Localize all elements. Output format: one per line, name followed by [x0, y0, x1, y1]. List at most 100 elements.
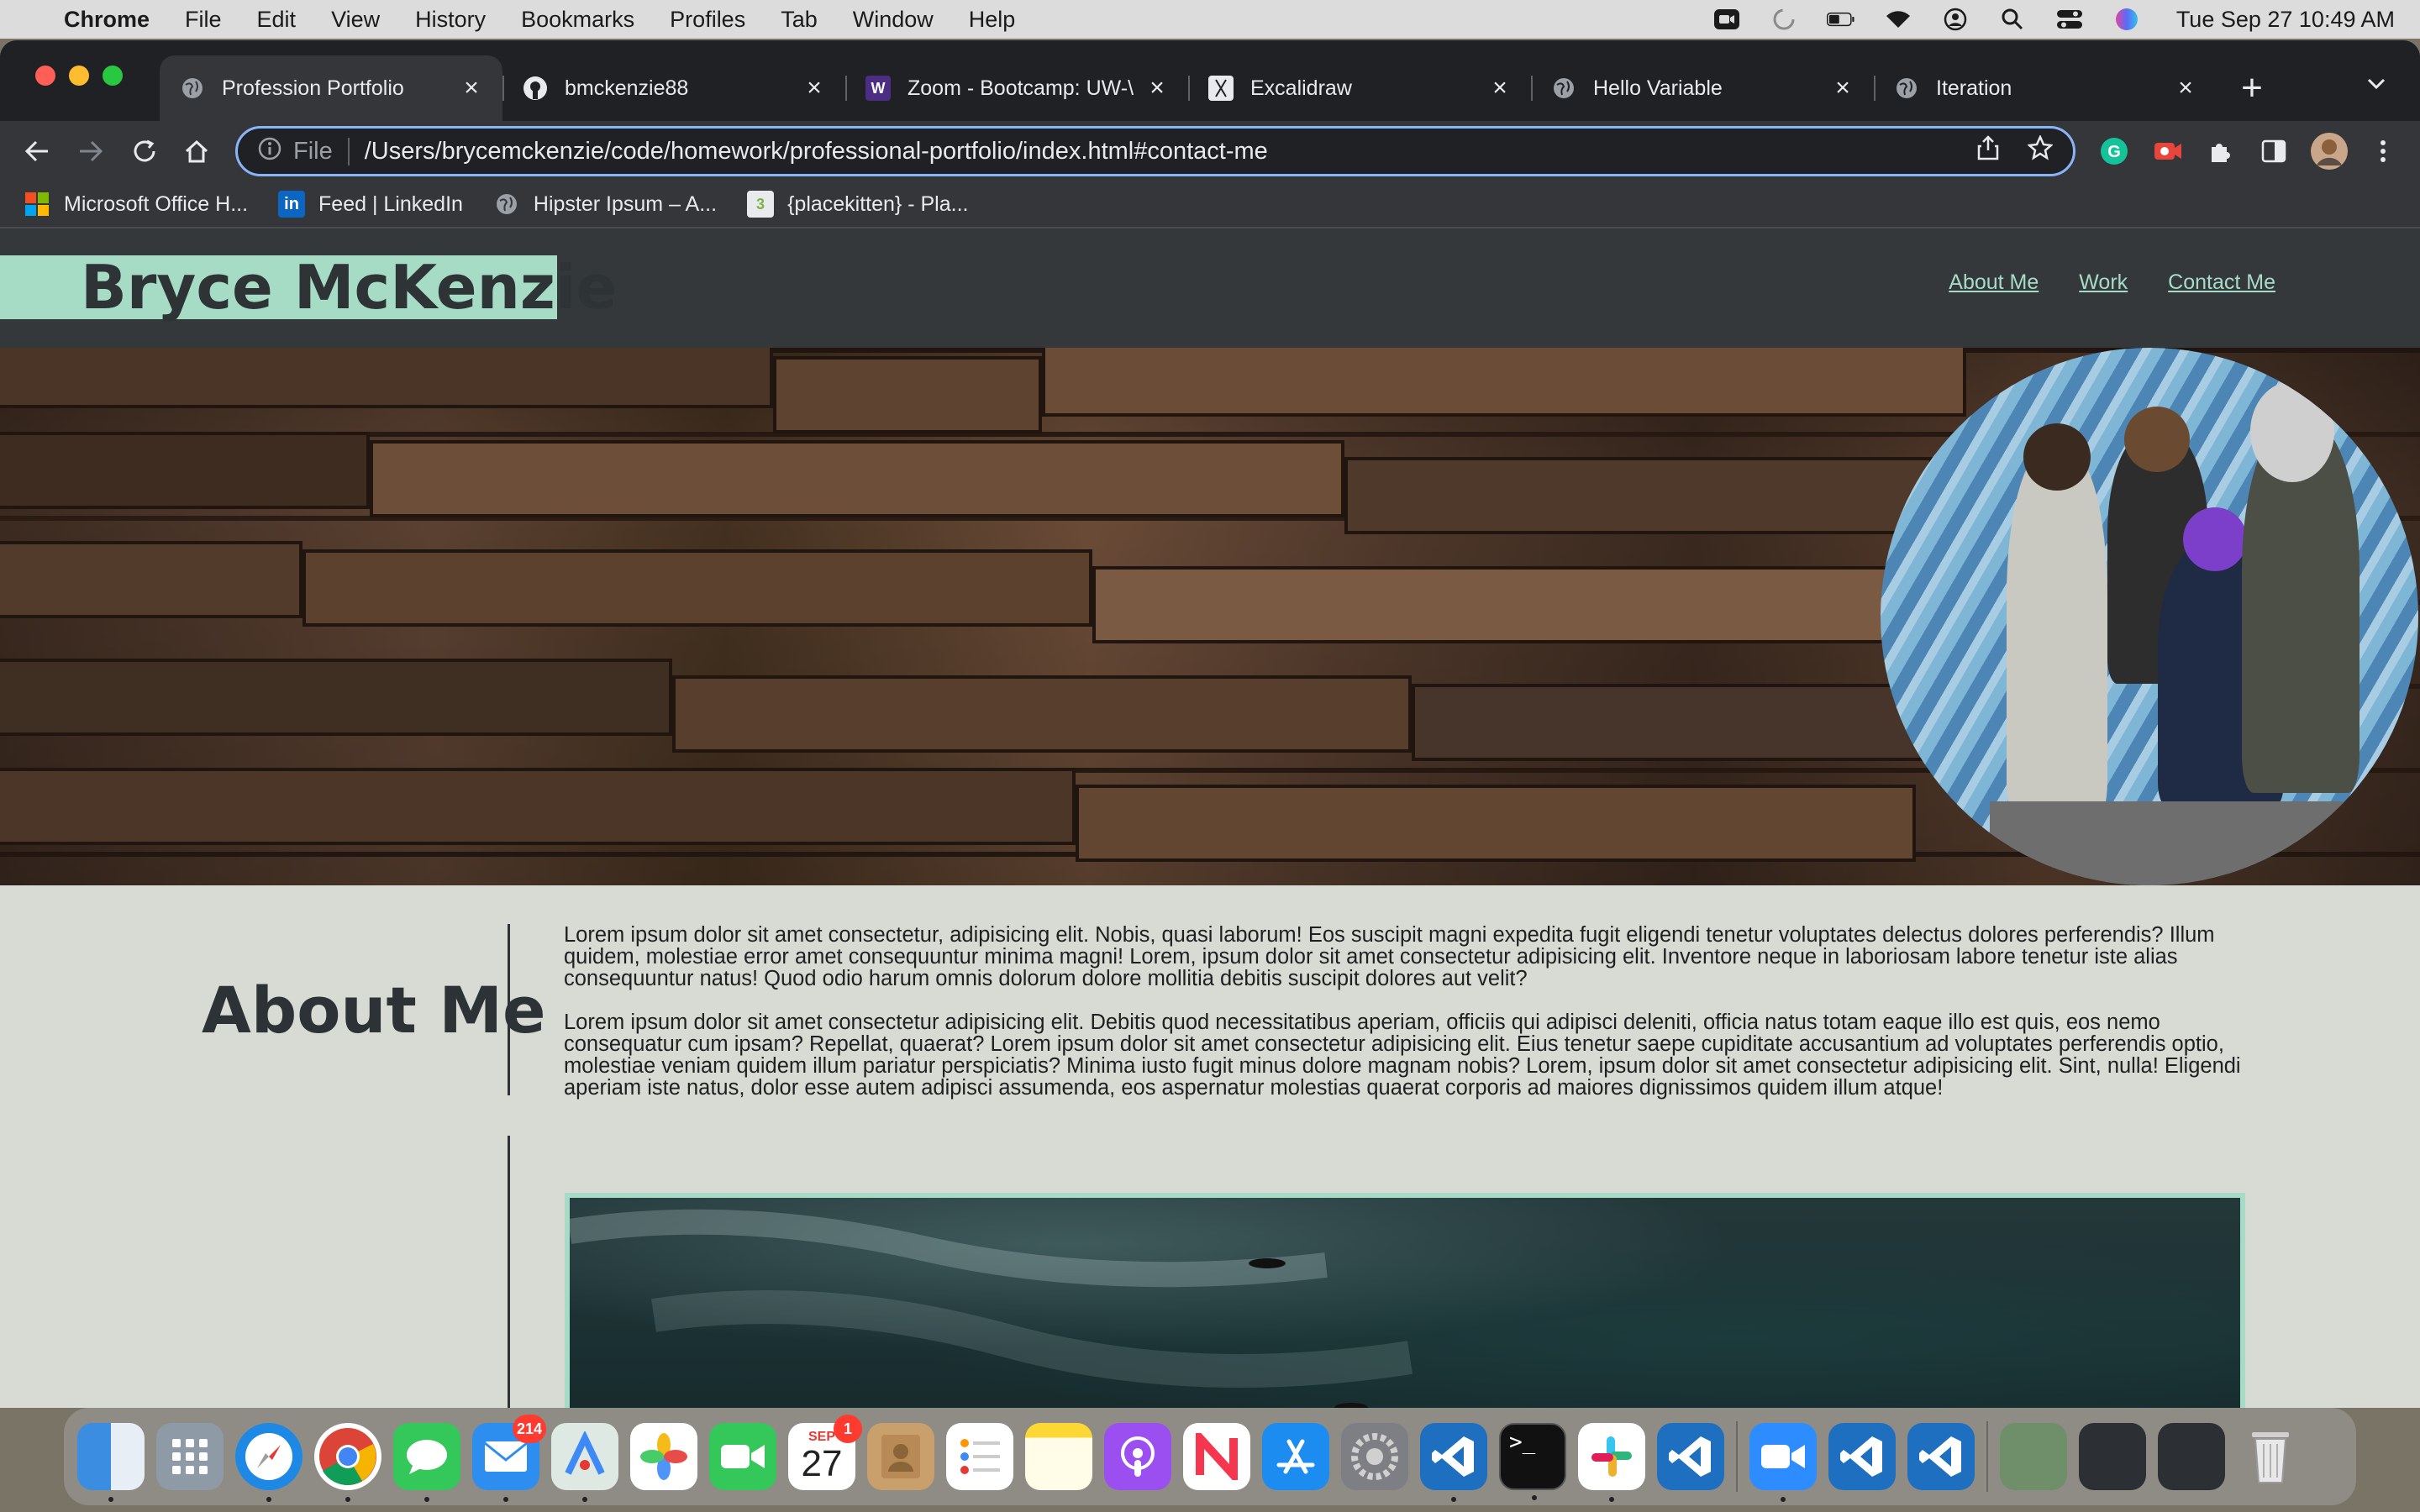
bookmark-hipster-ipsum[interactable]: Hipster Ipsum – A... [493, 191, 717, 218]
close-tab-icon[interactable]: × [802, 74, 827, 102]
photos-icon[interactable] [630, 1423, 697, 1490]
wifi-icon[interactable] [1884, 7, 1912, 32]
vscode-icon[interactable] [1907, 1423, 1975, 1490]
menu-profiles[interactable]: Profiles [670, 7, 745, 33]
bookmark-placekitten[interactable]: 3 {placekitten} - Pla... [747, 191, 968, 218]
podcasts-icon[interactable] [1104, 1423, 1171, 1490]
site-info-icon[interactable] [258, 137, 281, 166]
loading-status-icon[interactable] [1770, 7, 1798, 32]
tab-github[interactable]: bmckenzie88 × [502, 55, 845, 121]
menu-view[interactable]: View [331, 7, 380, 33]
hero-wood-banner [0, 348, 2420, 885]
bookmark-linkedin[interactable]: in Feed | LinkedIn [278, 191, 463, 218]
chrome-menu-kebab-icon[interactable] [2365, 133, 2402, 170]
photo-ground [1990, 801, 2343, 885]
slack-icon[interactable] [1578, 1423, 1645, 1502]
user-account-icon[interactable] [1941, 7, 1970, 32]
trash-icon[interactable] [2237, 1423, 2304, 1490]
wood-plank [1042, 348, 1966, 417]
close-tab-icon[interactable]: × [459, 74, 484, 102]
tab-excalidraw[interactable]: Excalidraw × [1188, 55, 1531, 121]
control-center-icon[interactable] [2055, 7, 2084, 32]
close-window-button[interactable] [35, 66, 55, 86]
finder-icon[interactable] [77, 1423, 145, 1502]
maps-icon[interactable] [551, 1423, 618, 1502]
close-tab-icon[interactable]: × [1487, 74, 1512, 102]
notes-icon[interactable] [1025, 1423, 1092, 1490]
screen-recorder-extension-icon[interactable] [2149, 133, 2186, 170]
tab-profession-portfolio[interactable]: Profession Portfolio × [160, 55, 502, 121]
extensions-puzzle-icon[interactable] [2202, 133, 2238, 170]
menu-file[interactable]: File [185, 7, 222, 33]
tab-title: Hello Variable [1593, 76, 1723, 100]
menu-edit[interactable]: Edit [257, 7, 297, 33]
vscode-icon[interactable] [1828, 1423, 1896, 1490]
menu-app-name[interactable]: Chrome [64, 7, 150, 33]
wood-plank [0, 541, 302, 618]
safari-icon[interactable] [235, 1423, 302, 1502]
minimized-window-thumbnail[interactable] [2079, 1423, 2146, 1490]
back-arrow-icon[interactable] [18, 133, 55, 170]
site-header: Bryce McKenzie About Me Work Contact Me [0, 228, 2420, 348]
wood-plank [1344, 457, 1933, 534]
grammarly-extension-icon[interactable]: G [2096, 133, 2133, 170]
messages-icon[interactable] [393, 1423, 460, 1502]
facetime-icon[interactable] [709, 1423, 776, 1490]
bookmark-microsoft-office[interactable]: Microsoft Office H... [24, 191, 248, 218]
calendar-icon[interactable]: SEP 27 1 [788, 1415, 862, 1490]
close-tab-icon[interactable]: × [1144, 74, 1170, 102]
side-panel-icon[interactable] [2255, 133, 2292, 170]
downloads-stack-icon[interactable] [2000, 1423, 2067, 1490]
photo-person [2124, 407, 2190, 472]
share-icon[interactable] [1977, 135, 1999, 167]
menu-tab[interactable]: Tab [781, 7, 818, 33]
url-text[interactable]: /Users/brycemckenzie/code/homework/profe… [365, 138, 1949, 165]
menu-history[interactable]: History [415, 7, 486, 33]
tab-search-chevron-down-icon[interactable] [2366, 71, 2386, 97]
work-project-image[interactable] [565, 1193, 2245, 1408]
tab-hello-variable[interactable]: Hello Variable × [1531, 55, 1874, 121]
reload-icon[interactable] [126, 133, 163, 170]
tab-iteration[interactable]: Iteration × [1874, 55, 2217, 121]
minimize-window-button[interactable] [69, 66, 89, 86]
minimized-window-thumbnail[interactable] [2158, 1423, 2225, 1490]
zoom-window-button[interactable] [103, 66, 123, 86]
profile-avatar[interactable] [2309, 131, 2349, 171]
menu-help[interactable]: Help [969, 7, 1016, 33]
tab-zoom-bootcamp[interactable]: W Zoom - Bootcamp: UW-\ × [845, 55, 1188, 121]
nav-link-work[interactable]: Work [2079, 270, 2128, 295]
menu-bookmarks[interactable]: Bookmarks [521, 7, 634, 33]
mail-icon[interactable]: 214 [472, 1415, 546, 1502]
bookmark-label: {placekitten} - Pla... [787, 192, 969, 216]
zoom-icon[interactable] [1749, 1423, 1817, 1502]
app-store-icon[interactable] [1262, 1423, 1329, 1490]
photo-person [2250, 381, 2334, 482]
home-icon[interactable] [178, 133, 215, 170]
forward-arrow-icon[interactable] [72, 133, 109, 170]
bookmark-star-icon[interactable] [2027, 134, 2054, 167]
menubar-clock[interactable]: Tue Sep 27 10:49 AM [2176, 7, 2395, 33]
launchpad-icon[interactable] [156, 1423, 224, 1490]
battery-icon[interactable] [1826, 7, 1855, 32]
photo-person [2023, 423, 2091, 491]
zoom-status-icon[interactable] [1712, 7, 1741, 32]
nav-link-about-me[interactable]: About Me [1949, 270, 2039, 295]
system-preferences-icon[interactable] [1341, 1423, 1408, 1490]
reminders-icon[interactable] [946, 1423, 1013, 1490]
siri-icon[interactable] [2112, 7, 2141, 32]
nav-link-contact-me[interactable]: Contact Me [2168, 270, 2275, 295]
vscode-icon[interactable] [1420, 1423, 1487, 1502]
photo-person [2183, 507, 2247, 571]
news-icon[interactable] [1183, 1423, 1250, 1490]
vscode-icon[interactable] [1657, 1423, 1724, 1490]
close-tab-icon[interactable]: × [2173, 74, 2198, 102]
chrome-icon[interactable] [314, 1423, 381, 1502]
menu-window[interactable]: Window [853, 7, 934, 33]
contacts-icon[interactable] [867, 1423, 934, 1490]
close-tab-icon[interactable]: × [1830, 74, 1855, 102]
spotlight-search-icon[interactable] [1998, 7, 2027, 32]
new-tab-plus-icon[interactable]: + [2227, 67, 2277, 109]
wood-plank [0, 348, 773, 408]
address-bar[interactable]: File /Users/brycemckenzie/code/homework/… [235, 126, 2075, 176]
terminal-icon[interactable]: >_ [1499, 1423, 1566, 1500]
